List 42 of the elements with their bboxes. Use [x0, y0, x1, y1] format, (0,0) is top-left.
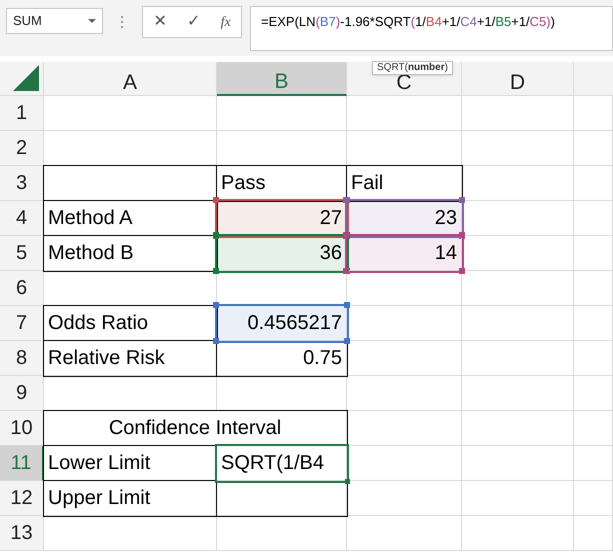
table-cell: [574, 131, 613, 166]
row-header[interactable]: 13: [0, 516, 44, 551]
row-header[interactable]: 7: [0, 306, 44, 341]
column-header[interactable]: B: [217, 62, 347, 96]
column-header[interactable]: D: [462, 62, 574, 96]
table-cell: [574, 516, 613, 551]
row-header[interactable]: 5: [0, 236, 44, 271]
function-tooltip: SQRT(number): [372, 61, 453, 75]
cancel-button[interactable]: ✕: [149, 10, 170, 34]
name-box[interactable]: SUM: [6, 8, 103, 34]
table-cell: [574, 446, 613, 481]
table-cell: Upper Limit: [44, 481, 217, 516]
enter-button[interactable]: ✓: [182, 10, 204, 34]
table-cell: SQRT(1/B4: [217, 446, 347, 481]
table-cell: [574, 411, 613, 446]
row-header[interactable]: 8: [0, 341, 44, 376]
table-cell: 0.75: [217, 341, 347, 376]
row-header[interactable]: 1: [0, 96, 44, 131]
table-cell: [574, 201, 613, 236]
table-cell: [574, 341, 613, 376]
table-cell: [574, 96, 613, 131]
column-header[interactable]: A: [44, 62, 217, 96]
table-cell: [574, 271, 613, 306]
grip-icon: [121, 16, 124, 28]
table-cell: [574, 306, 613, 341]
row-header[interactable]: 12: [0, 481, 44, 516]
table-cell: Confidence Interval: [44, 411, 347, 446]
formula-field[interactable]: =EXP(LN(B7)-1.96*SQRT(1/B4+1/C4+1/B5+1/C5)): [250, 6, 613, 51]
table-cell: [574, 166, 613, 201]
row-header[interactable]: 9: [0, 376, 44, 411]
table-cell: [574, 236, 613, 271]
caret-icon: [88, 19, 96, 23]
row-header[interactable]: 2: [0, 131, 44, 166]
row-header[interactable]: 10: [0, 411, 44, 446]
row-header[interactable]: 6: [0, 271, 44, 306]
table-cell: [574, 481, 613, 516]
insert-function-button[interactable]: fx: [216, 12, 235, 32]
table-cell: [574, 376, 613, 411]
table-cell: Lower Limit: [44, 446, 217, 481]
row-header[interactable]: 4: [0, 201, 44, 236]
row-header[interactable]: 11: [0, 446, 44, 481]
row-header[interactable]: 3: [0, 166, 44, 201]
